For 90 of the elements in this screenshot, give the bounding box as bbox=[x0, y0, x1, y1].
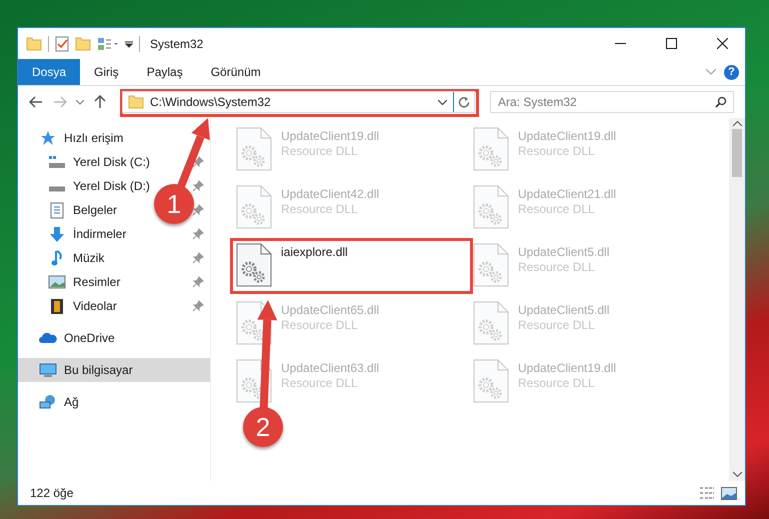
sidebar-item[interactable]: Bu bilgisayar bbox=[18, 358, 210, 382]
document-icon bbox=[50, 202, 64, 218]
file-name: UpdateClient19.dll bbox=[518, 129, 616, 143]
music-note-icon bbox=[50, 250, 64, 266]
step-number-badge: 2 bbox=[243, 407, 283, 447]
step-number-badge: 1 bbox=[154, 184, 194, 224]
pin-icon[interactable] bbox=[192, 228, 204, 240]
chevron-down-icon[interactable] bbox=[706, 69, 716, 75]
pin-icon[interactable] bbox=[192, 300, 204, 312]
sidebar-item[interactable]: Müzik bbox=[73, 251, 104, 265]
file-name: UpdateClient5.dll bbox=[518, 245, 610, 259]
file-name: UpdateClient21.dll bbox=[518, 187, 616, 201]
file-type: Resource DLL bbox=[518, 144, 596, 158]
picture-icon bbox=[48, 275, 66, 289]
sidebar-item[interactable]: Videolar bbox=[73, 299, 117, 313]
download-arrow-icon bbox=[49, 226, 65, 242]
ribbon-tab[interactable]: Giriş bbox=[80, 59, 133, 85]
ribbon-tab[interactable]: Görünüm bbox=[196, 59, 275, 85]
file-type: Resource DLL bbox=[518, 376, 596, 390]
sidebar-item[interactable]: Yerel Disk (C:) bbox=[73, 155, 150, 169]
dll-file-icon bbox=[236, 243, 272, 287]
dll-file-icon bbox=[236, 185, 272, 229]
dll-file-icon bbox=[236, 127, 272, 171]
sidebar-item[interactable]: Yerel Disk (D:) bbox=[73, 179, 150, 193]
file-name: iaiexplore.dll bbox=[281, 245, 348, 259]
file-type: Resource DLL bbox=[518, 202, 596, 216]
dropdown-caret-icon[interactable] bbox=[125, 40, 133, 48]
sidebar-item[interactable]: Hızlı erişim bbox=[64, 131, 124, 145]
ribbon-tab[interactable]: Paylaş bbox=[132, 59, 197, 85]
properties-icon[interactable] bbox=[97, 36, 119, 50]
up-arrow-icon bbox=[94, 95, 106, 109]
pin-icon[interactable] bbox=[192, 204, 204, 216]
search-icon bbox=[715, 96, 727, 108]
pin-icon[interactable] bbox=[192, 156, 204, 168]
file-name: UpdateClient19.dll bbox=[518, 361, 616, 375]
dll-file-icon bbox=[236, 359, 272, 403]
sidebar-item[interactable]: İndirmeler bbox=[73, 227, 126, 241]
file-menu-button[interactable]: Dosya bbox=[18, 59, 80, 85]
sidebar-item[interactable]: OneDrive bbox=[64, 331, 115, 345]
forward-arrow-icon bbox=[53, 96, 67, 108]
drive-icon bbox=[48, 155, 66, 169]
file-item[interactable]: iaiexplore.dll bbox=[232, 240, 469, 290]
pin-icon[interactable] bbox=[192, 180, 204, 192]
file-type: Resource DLL bbox=[281, 376, 359, 390]
address-bar[interactable]: C:\Windows\System32 bbox=[122, 91, 475, 113]
refresh-icon bbox=[458, 96, 470, 108]
scrollbar[interactable] bbox=[729, 118, 745, 481]
file-name: UpdateClient19.dll bbox=[281, 129, 380, 143]
large-icons-view-icon[interactable] bbox=[721, 486, 737, 500]
sidebar-item[interactable]: Resimler bbox=[73, 275, 120, 289]
dll-file-icon bbox=[473, 359, 509, 403]
pin-icon[interactable] bbox=[192, 276, 204, 288]
dropdown-caret-icon[interactable] bbox=[438, 100, 447, 104]
item-count: 122 öğe bbox=[30, 486, 74, 500]
star-icon bbox=[40, 130, 56, 146]
cloud-icon bbox=[39, 332, 57, 344]
file-type: Resource DLL bbox=[518, 260, 596, 274]
pin-icon[interactable] bbox=[192, 252, 204, 264]
sidebar-item[interactable]: Ağ bbox=[64, 395, 79, 409]
help-button[interactable]: ? bbox=[724, 64, 739, 80]
search-field[interactable]: Ara: System32 bbox=[490, 91, 734, 113]
file-type: Resource DLL bbox=[518, 318, 596, 332]
file-type: Resource DLL bbox=[281, 202, 359, 216]
file-type: Resource DLL bbox=[281, 144, 359, 158]
file-name: UpdateClient63.dll bbox=[281, 361, 380, 375]
window-title: System32 bbox=[150, 36, 204, 50]
folder-icon bbox=[26, 36, 42, 50]
folder-icon bbox=[75, 36, 91, 50]
file-name: UpdateClient5.dll bbox=[518, 303, 610, 317]
file-name: UpdateClient42.dll bbox=[281, 187, 380, 201]
dll-file-icon bbox=[473, 185, 509, 229]
dll-file-icon bbox=[473, 301, 509, 345]
close-icon bbox=[717, 38, 728, 49]
dll-file-icon bbox=[473, 243, 509, 287]
dll-file-icon bbox=[473, 127, 509, 171]
file-name: UpdateClient65.dll bbox=[281, 303, 380, 317]
drive-icon bbox=[48, 186, 66, 192]
folder-icon bbox=[128, 95, 144, 109]
chevron-down-icon bbox=[76, 100, 84, 104]
network-icon bbox=[39, 394, 57, 410]
back-arrow-icon bbox=[29, 96, 43, 108]
sidebar-item[interactable]: Belgeler bbox=[73, 203, 118, 217]
details-view-icon[interactable] bbox=[699, 486, 715, 500]
maximize-icon bbox=[666, 38, 677, 49]
checklist-icon[interactable] bbox=[55, 36, 69, 52]
film-icon bbox=[50, 298, 64, 314]
monitor-icon bbox=[39, 362, 57, 378]
address-path: C:\Windows\System32 bbox=[150, 95, 272, 109]
scrollbar-thumb[interactable] bbox=[732, 129, 742, 177]
file-type: Resource DLL bbox=[281, 318, 359, 332]
